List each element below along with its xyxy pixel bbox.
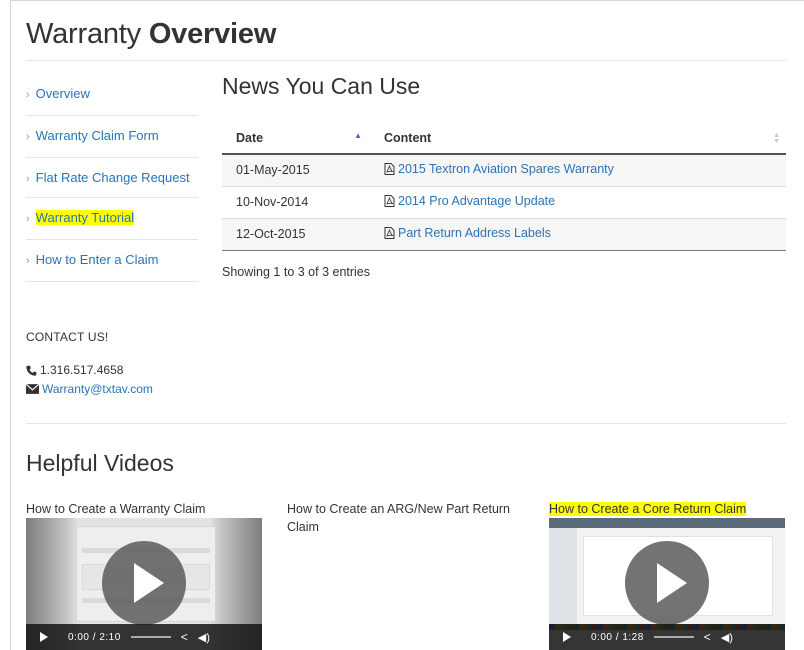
chevron-right-icon: ›	[26, 213, 30, 225]
contact-heading: CONTACT US!	[26, 330, 109, 344]
volume-icon[interactable]: ◀)	[721, 631, 733, 644]
video-title: How to Create an ARG/New Part Return Cla…	[287, 502, 511, 534]
pdf-file-icon	[384, 227, 395, 239]
sidebar-item-how-to-enter-a-claim[interactable]: › How to Enter a Claim	[26, 240, 198, 282]
date-cell: 10-Nov-2014	[222, 185, 370, 218]
column-header-content[interactable]: Content ▲ ▼	[370, 123, 786, 155]
video-title: How to Create a Core Return Claim	[549, 502, 747, 516]
share-icon[interactable]: <	[704, 630, 711, 644]
section-divider	[26, 423, 786, 424]
video-controls: 0:00 / 2:10 < ◀)	[26, 624, 262, 650]
sidebar-item-label: How to Enter a Claim	[35, 252, 159, 267]
video-time: 0:00 / 1:28	[591, 631, 644, 643]
video-player[interactable]: 0:00 / 2:10 < ◀)	[26, 518, 262, 650]
video-player[interactable]: 0:00 / 1:28 < ◀)	[549, 518, 785, 650]
contact-phone-number: 1.316.517.4658	[40, 363, 124, 377]
sidebar-item-warranty-claim-form[interactable]: › Warranty Claim Form	[26, 116, 198, 158]
pdf-file-icon	[384, 195, 395, 207]
content-cell: Part Return Address Labels	[370, 217, 786, 251]
content-cell: 2015 Textron Aviation Spares Warranty	[370, 153, 786, 186]
play-button[interactable]	[625, 541, 709, 625]
table-row: 12-Oct-2015 Part Return Address Labels	[222, 217, 786, 251]
date-cell: 12-Oct-2015	[222, 217, 370, 251]
page-title: Warranty Overview	[26, 18, 276, 51]
chevron-right-icon: ›	[26, 255, 30, 267]
chevron-right-icon: ›	[26, 89, 30, 101]
page-title-light: Warranty	[26, 18, 149, 50]
date-cell: 01-May-2015	[222, 153, 370, 186]
sidebar-item-label: Overview	[35, 86, 90, 101]
document-link[interactable]: 2014 Pro Advantage Update	[384, 194, 555, 208]
news-section-title: News You Can Use	[222, 73, 421, 99]
content-cell: 2014 Pro Advantage Update	[370, 185, 786, 218]
videos-section-title: Helpful Videos	[26, 450, 174, 476]
contact-email[interactable]: Warranty@txtav.com	[26, 382, 153, 396]
video-controls: 0:00 / 1:28 < ◀)	[549, 624, 785, 650]
progress-bar[interactable]	[653, 636, 694, 638]
contact-email-link[interactable]: Warranty@txtav.com	[42, 382, 153, 396]
video-title: How to Create a Warranty Claim	[26, 502, 206, 516]
chevron-right-icon: ›	[26, 173, 30, 185]
contact-phone: 1.316.517.4658	[26, 363, 123, 377]
sidebar-item-overview[interactable]: › Overview	[26, 74, 198, 116]
share-icon[interactable]: <	[181, 630, 188, 644]
sidebar-nav: › Overview › Warranty Claim Form › Flat Rat…	[26, 74, 198, 282]
volume-icon[interactable]: ◀)	[198, 631, 210, 644]
title-divider	[26, 60, 786, 61]
play-button[interactable]	[102, 541, 186, 625]
phone-icon	[26, 365, 37, 376]
document-link[interactable]: 2015 Textron Aviation Spares Warranty	[384, 162, 614, 176]
sort-both-icon: ▲ ▼	[773, 132, 780, 145]
column-header-date[interactable]: Date ▲	[222, 123, 370, 155]
document-link[interactable]: Part Return Address Labels	[384, 226, 551, 240]
news-table: Date ▲ Content ▲ ▼ 01-May-2015 2015 Textron…	[222, 123, 786, 251]
progress-bar[interactable]	[130, 636, 171, 638]
table-row: 10-Nov-2014 2014 Pro Advantage Update	[222, 185, 786, 218]
page-title-bold: Overview	[148, 18, 277, 50]
sidebar-item-label: Flat Rate Change Request	[35, 170, 190, 185]
sidebar-item-flat-rate-change-request[interactable]: › Flat Rate Change Request	[26, 158, 198, 198]
sidebar-item-label: Warranty Claim Form	[35, 128, 159, 143]
play-icon[interactable]	[40, 632, 48, 642]
sort-ascending-icon: ▲	[354, 131, 362, 140]
envelope-icon	[26, 384, 39, 394]
play-icon[interactable]	[563, 632, 571, 642]
sidebar-item-warranty-tutorial[interactable]: › Warranty Tutorial	[26, 198, 198, 240]
table-info: Showing 1 to 3 of 3 entries	[222, 265, 371, 279]
sidebar-item-label: Warranty Tutorial	[35, 210, 135, 225]
video-time: 0:00 / 2:10	[68, 631, 121, 643]
chevron-right-icon: ›	[26, 131, 30, 143]
table-row: 01-May-2015 2015 Textron Aviation Spares…	[222, 153, 786, 186]
pdf-file-icon	[384, 163, 395, 176]
